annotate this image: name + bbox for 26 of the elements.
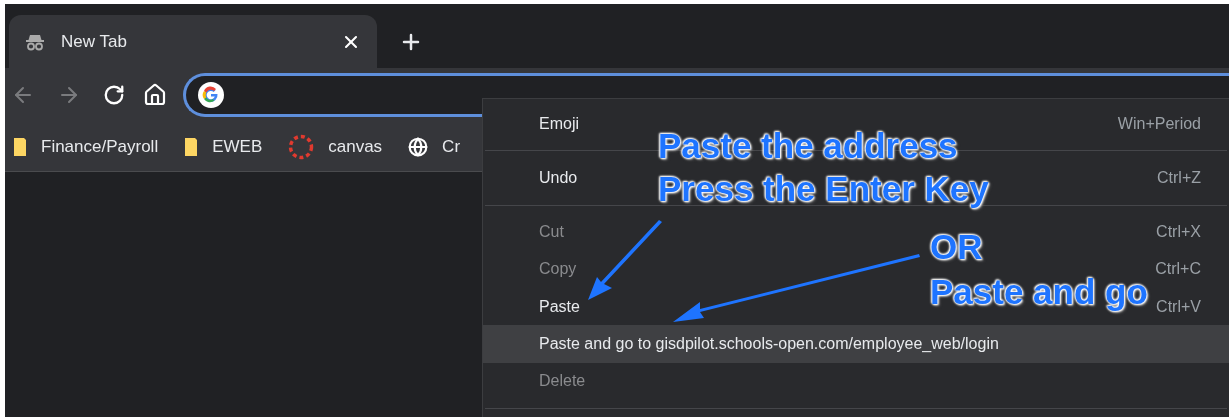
highlighted-menu-row[interactable]: Paste and go to gisdpilot.schools-open.com/employee_web/login <box>483 325 1229 363</box>
menu-item[interactable]: Paste <box>539 294 580 319</box>
menu-item[interactable]: Paste and go to gisdpilot.schools-open.com/employee_web/login <box>539 332 999 357</box>
home-icon[interactable] <box>143 83 167 107</box>
bookmark-link[interactable]: canvas <box>328 133 383 160</box>
bookmark-link[interactable]: Cr <box>442 133 461 160</box>
shortcut-label: Ctrl+X <box>1156 222 1201 243</box>
menu-item[interactable]: Undo <box>539 165 578 190</box>
folder-icon <box>13 136 27 157</box>
shortcut-label: Ctrl+Z <box>1157 167 1201 188</box>
dashed-circle-icon <box>288 133 315 160</box>
bookmark-link[interactable]: EWEB <box>212 133 263 160</box>
google-logo-icon <box>198 82 224 108</box>
shortcut-label: Ctrl+V <box>1156 296 1201 317</box>
reload-icon[interactable] <box>103 84 125 106</box>
shortcut-label: Ctrl+C <box>1155 259 1201 280</box>
menu-item[interactable]: Emoji <box>539 111 579 136</box>
callout-text: Paste the address Press the Enter Key <box>658 125 989 210</box>
shortcut-label: Win+Period <box>1117 113 1201 134</box>
folder-icon <box>184 136 199 157</box>
incognito-icon <box>25 32 45 51</box>
bookmark-link[interactable]: Finance/Payroll <box>41 133 159 160</box>
browser-tab[interactable]: New Tab <box>9 15 377 68</box>
callout-text: OR Paste and go <box>930 226 1148 313</box>
globe-icon <box>408 136 429 157</box>
tab-title: New Tab <box>61 30 127 53</box>
